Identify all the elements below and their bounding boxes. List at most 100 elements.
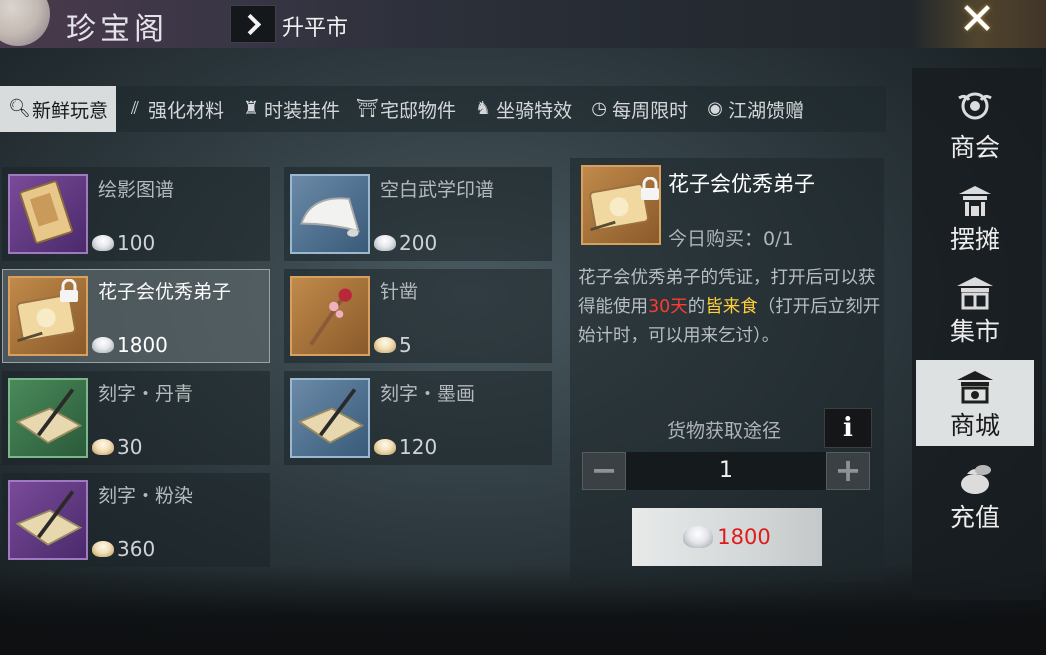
nav-label: 商城 <box>949 411 1000 440</box>
item-name: 绘影图谱 <box>98 179 175 201</box>
mall-icon <box>957 371 993 404</box>
tab-weekly-limited[interactable]: ◷ 每周限时 <box>580 86 696 132</box>
lock-icon <box>60 279 78 302</box>
tab-mount-effects[interactable]: ♞ 坐骑特效 <box>464 86 580 132</box>
top-bar: 珍宝阁 升平市 ✕ <box>0 0 1046 48</box>
item-thumbnail <box>290 174 370 254</box>
nav-item-recharge[interactable]: 充值 <box>916 452 1034 538</box>
clock-icon: ◷ <box>591 98 607 119</box>
horse-icon: ♞ <box>474 98 492 119</box>
quantity-stepper: − 1 + <box>582 452 870 490</box>
nav-label: 集市 <box>949 317 1000 346</box>
item-name: 针凿 <box>380 281 419 303</box>
location-expand-button[interactable] <box>230 5 276 43</box>
tab-jianghu-gifts[interactable]: ◉ 江湖馈赠 <box>696 86 812 132</box>
silver-ingot-icon <box>92 235 114 251</box>
tab-residence-items[interactable]: ⛩ 宅邸物件 <box>348 86 464 132</box>
shop-item[interactable]: 绘影图谱 100 <box>2 167 270 261</box>
location-name: 升平市 <box>282 16 349 41</box>
item-price: 360 <box>92 537 155 561</box>
silver-ingot-icon <box>374 235 396 251</box>
desc-text: 的 <box>687 297 706 317</box>
decrease-button[interactable]: − <box>582 452 626 490</box>
tab-fresh-items[interactable]: 🔍︎ 新鲜玩意 <box>0 86 117 132</box>
daily-purchase-count: 今日购买：0/1 <box>668 224 794 251</box>
tab-label: 每周限时 <box>612 99 689 122</box>
daily-purchase-value: 0/1 <box>763 228 794 250</box>
item-thumbnail <box>8 480 88 560</box>
guild-icon <box>958 92 992 120</box>
shop-item[interactable]: 刻字・丹青 30 <box>2 371 270 465</box>
coin-icon: ◉ <box>707 98 723 119</box>
item-name: 刻字・粉染 <box>98 485 194 507</box>
increase-button[interactable]: + <box>826 452 870 490</box>
bottom-shadow <box>0 565 1046 655</box>
nav-item-stall[interactable]: 摆摊 <box>916 174 1034 260</box>
price-value: 120 <box>399 435 438 459</box>
tab-upgrade-materials[interactable]: ⫽ 强化材料 <box>116 86 232 132</box>
claw-icon: ⫽ <box>131 98 140 119</box>
item-thumbnail <box>290 378 370 458</box>
info-button[interactable]: i <box>824 408 872 448</box>
detail-thumbnail <box>581 165 661 245</box>
tab-fashion-pendants[interactable]: ♜ 时装挂件 <box>232 86 348 132</box>
nav-item-market[interactable]: 集市 <box>916 266 1034 352</box>
nav-label: 充值 <box>949 503 1000 532</box>
tab-label: 新鲜玩意 <box>32 99 109 122</box>
item-price: 1800 <box>92 333 168 357</box>
chevron-right-icon <box>239 13 262 35</box>
item-description: 花子会优秀弟子的凭证，打开后可以获得能使用30天的皆来食（打开后立刻开始计时，可… <box>578 264 882 351</box>
daily-purchase-label: 今日购买： <box>668 228 764 250</box>
silver-ingot-icon <box>92 337 114 353</box>
hairpin-icon <box>309 288 352 346</box>
shop-item[interactable]: 空白武学印谱 200 <box>284 167 552 261</box>
buy-button[interactable]: 1800 <box>632 508 822 566</box>
tab-label: 宅邸物件 <box>380 99 457 122</box>
price-value: 100 <box>117 231 156 255</box>
item-name: 花子会优秀弟子 <box>98 281 232 303</box>
brush-scroll-icon <box>297 388 365 444</box>
nav-item-guild[interactable]: 商会 <box>916 82 1034 168</box>
price-value: 30 <box>117 435 143 459</box>
tab-label: 坐骑特效 <box>496 99 573 122</box>
desc-item-name: 皆来食 <box>705 297 758 317</box>
nav-item-mall[interactable]: 商城 <box>916 360 1034 446</box>
item-name: 刻字・丹青 <box>98 383 194 405</box>
item-price: 30 <box>92 435 142 459</box>
shop-item[interactable]: 刻字・墨画 120 <box>284 371 552 465</box>
tab-label: 江湖馈赠 <box>728 99 805 122</box>
buy-price: 1800 <box>717 525 771 549</box>
gold-ingot-icon <box>92 541 114 557</box>
brush-scroll-icon <box>15 388 83 444</box>
nav-label: 摆摊 <box>949 225 1000 254</box>
market-icon <box>957 277 993 310</box>
money-bag-icon <box>961 465 991 494</box>
page-title: 珍宝阁 <box>66 12 168 47</box>
close-icon[interactable]: ✕ <box>948 0 1006 46</box>
price-value: 1800 <box>117 333 168 357</box>
shop-item-selected[interactable]: 花子会优秀弟子 1800 <box>2 269 270 363</box>
magnifier-icon: 🔍︎ <box>8 98 31 119</box>
item-price: 5 <box>374 333 412 357</box>
item-price: 200 <box>374 231 437 255</box>
desc-duration: 30天 <box>648 297 688 317</box>
tab-label: 强化材料 <box>148 99 225 122</box>
silver-ingot-icon <box>683 526 714 548</box>
item-price: 120 <box>374 435 437 459</box>
item-detail-panel: 花子会优秀弟子 今日购买：0/1 花子会优秀弟子的凭证，打开后可以获得能使用30… <box>570 158 884 582</box>
book-icon <box>19 180 73 244</box>
quantity-input[interactable]: 1 <box>626 452 826 490</box>
moon-decoration <box>0 0 50 46</box>
item-name: 空白武学印谱 <box>380 179 495 201</box>
source-label: 货物获取途径 <box>667 420 782 442</box>
item-name: 刻字・墨画 <box>380 383 476 405</box>
gold-ingot-icon <box>374 337 396 353</box>
nav-label: 商会 <box>949 133 1000 162</box>
item-thumbnail <box>8 174 88 254</box>
gold-ingot-icon <box>92 439 114 455</box>
house-icon: ⛩ <box>356 98 379 119</box>
shop-item[interactable]: 刻字・粉染 360 <box>2 473 270 567</box>
shop-item[interactable]: 针凿 5 <box>284 269 552 363</box>
price-value: 5 <box>399 333 412 357</box>
scroll-icon <box>300 197 360 237</box>
